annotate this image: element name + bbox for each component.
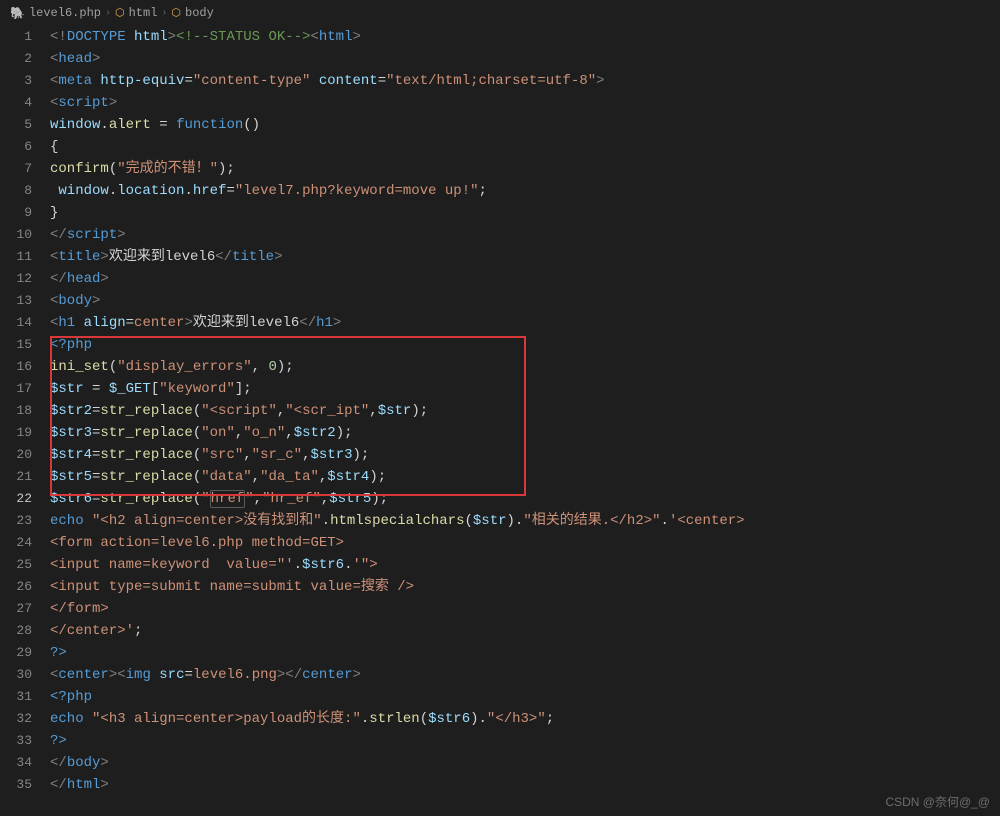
line-number: 16 [0, 356, 32, 378]
code-area[interactable]: <!DOCTYPE html><!--STATUS OK--><html> <h… [50, 26, 1000, 796]
line-number: 12 [0, 268, 32, 290]
code-line: </center>'; [50, 620, 1000, 642]
code-line: <h1 align=center>欢迎来到level6</h1> [50, 312, 1000, 334]
line-number: 24 [0, 532, 32, 554]
line-number: 4 [0, 92, 32, 114]
line-number: 5 [0, 114, 32, 136]
code-line: <?php [50, 686, 1000, 708]
code-line: $str5=str_replace("data","da_ta",$str4); [50, 466, 1000, 488]
breadcrumb-file[interactable]: 🐘 level6.php [10, 6, 101, 21]
code-line: window.location.href="level7.php?keyword… [50, 180, 1000, 202]
element-icon: ⬡ [115, 6, 125, 20]
line-gutter: 1234567891011121314151617181920212223242… [0, 26, 50, 796]
breadcrumb-body-label: body [185, 6, 214, 20]
line-number: 27 [0, 598, 32, 620]
code-line: </head> [50, 268, 1000, 290]
line-number: 15 [0, 334, 32, 356]
line-number: 7 [0, 158, 32, 180]
code-line: } [50, 202, 1000, 224]
line-number: 31 [0, 686, 32, 708]
line-number: 3 [0, 70, 32, 92]
chevron-right-icon: › [105, 8, 111, 19]
line-number: 2 [0, 48, 32, 70]
line-number: 30 [0, 664, 32, 686]
line-number: 29 [0, 642, 32, 664]
line-number: 25 [0, 554, 32, 576]
code-line: </html> [50, 774, 1000, 796]
code-line: <form action=level6.php method=GET> [50, 532, 1000, 554]
line-number: 28 [0, 620, 32, 642]
line-number: 11 [0, 246, 32, 268]
line-number: 34 [0, 752, 32, 774]
breadcrumb-html-label: html [129, 6, 158, 20]
code-line: confirm("完成的不错！"); [50, 158, 1000, 180]
chevron-right-icon: › [161, 8, 167, 19]
line-number: 10 [0, 224, 32, 246]
code-line: <center><img src=level6.png></center> [50, 664, 1000, 686]
code-line: ?> [50, 642, 1000, 664]
line-number: 6 [0, 136, 32, 158]
line-number: 19 [0, 422, 32, 444]
code-line: window.alert = function() [50, 114, 1000, 136]
line-number: 23 [0, 510, 32, 532]
code-line: ?> [50, 730, 1000, 752]
watermark: CSDN @奈何@_@ [885, 793, 990, 810]
code-line: <body> [50, 290, 1000, 312]
code-line: <script> [50, 92, 1000, 114]
line-number: 22 [0, 488, 32, 510]
line-number: 9 [0, 202, 32, 224]
line-number: 35 [0, 774, 32, 796]
code-line: echo "<h2 align=center>没有找到和".htmlspecia… [50, 510, 1000, 532]
line-number: 17 [0, 378, 32, 400]
line-number: 32 [0, 708, 32, 730]
line-number: 14 [0, 312, 32, 334]
code-line: ini_set("display_errors", 0); [50, 356, 1000, 378]
line-number: 18 [0, 400, 32, 422]
code-line: $str6=str_replace("href","hr_ef",$str5); [50, 488, 1000, 510]
line-number: 26 [0, 576, 32, 598]
code-editor[interactable]: 1234567891011121314151617181920212223242… [0, 26, 1000, 796]
code-line: $str2=str_replace("<script","<scr_ipt",$… [50, 400, 1000, 422]
line-number: 1 [0, 26, 32, 48]
code-line: { [50, 136, 1000, 158]
code-line: $str = $_GET["keyword"]; [50, 378, 1000, 400]
code-line: <head> [50, 48, 1000, 70]
breadcrumb-body[interactable]: ⬡ body [171, 6, 213, 20]
line-number: 8 [0, 180, 32, 202]
code-line: <meta http-equiv="content-type" content=… [50, 70, 1000, 92]
line-number: 21 [0, 466, 32, 488]
php-icon: 🐘 [10, 6, 25, 21]
code-line: </form> [50, 598, 1000, 620]
line-number: 13 [0, 290, 32, 312]
code-line: echo "<h3 align=center>payload的长度:".strl… [50, 708, 1000, 730]
code-line: </script> [50, 224, 1000, 246]
code-line: <?php [50, 334, 1000, 356]
code-line: <!DOCTYPE html><!--STATUS OK--><html> [50, 26, 1000, 48]
line-number: 33 [0, 730, 32, 752]
breadcrumb-file-label: level6.php [29, 6, 101, 20]
code-line: <input type=submit name=submit value=搜索 … [50, 576, 1000, 598]
code-line: </body> [50, 752, 1000, 774]
code-line: $str3=str_replace("on","o_n",$str2); [50, 422, 1000, 444]
element-icon: ⬡ [171, 6, 181, 20]
breadcrumb-html[interactable]: ⬡ html [115, 6, 157, 20]
code-line: $str4=str_replace("src","sr_c",$str3); [50, 444, 1000, 466]
code-line: <input name=keyword value="'.$str6.'"> [50, 554, 1000, 576]
code-line: <title>欢迎来到level6</title> [50, 246, 1000, 268]
line-number: 20 [0, 444, 32, 466]
breadcrumb: 🐘 level6.php › ⬡ html › ⬡ body [0, 0, 1000, 26]
